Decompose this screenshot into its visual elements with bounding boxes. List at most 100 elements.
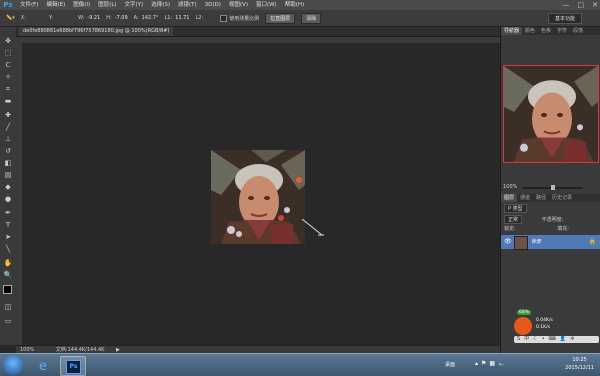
navigator-slider-knob[interactable] bbox=[551, 185, 555, 190]
hand-tool-icon[interactable]: ✋ bbox=[3, 259, 13, 268]
menu-select[interactable]: 选择(S) bbox=[147, 0, 174, 10]
h-label: H: bbox=[106, 15, 112, 21]
lock-label: 锁定: bbox=[504, 226, 516, 232]
lock-icon: 🔒 bbox=[588, 238, 596, 245]
menu-window[interactable]: 窗口(W) bbox=[252, 0, 281, 10]
tab-channels[interactable]: 通道 bbox=[517, 194, 533, 202]
layer-thumbnail bbox=[514, 236, 528, 250]
document-image[interactable] bbox=[211, 150, 305, 244]
menu-layer[interactable]: 图层(L) bbox=[94, 0, 120, 10]
color-swatches-icon[interactable] bbox=[3, 285, 16, 298]
type-tool-icon[interactable]: T bbox=[3, 221, 13, 230]
tray-flag-icon[interactable]: ⚑ bbox=[481, 360, 486, 367]
tab-history[interactable]: 历史记录 bbox=[549, 194, 575, 202]
menu-image[interactable]: 图像(I) bbox=[69, 0, 94, 10]
brush-tool-icon[interactable]: ╱ bbox=[3, 123, 13, 132]
tab-layers[interactable]: 图层 bbox=[501, 194, 518, 202]
measure-line bbox=[302, 219, 324, 236]
opacity-label: 不透明度: bbox=[541, 217, 564, 223]
system-tray: ▴ ⚑ ▦ 🔈 bbox=[475, 360, 506, 367]
dodge-tool-icon[interactable]: ● bbox=[3, 195, 13, 204]
navigator-zoom[interactable]: 100% bbox=[503, 184, 517, 190]
marquee-tool-icon[interactable]: ⬚ bbox=[3, 49, 13, 58]
measure-scale-label: 使用测量比例 bbox=[229, 15, 260, 22]
tray-arrow-icon[interactable]: ▴ bbox=[475, 360, 478, 367]
healing-brush-icon[interactable]: ✚ bbox=[3, 111, 13, 120]
zoom-tool-icon[interactable]: 🔍 bbox=[3, 271, 13, 280]
menu-filter[interactable]: 滤镜(T) bbox=[174, 0, 201, 10]
ie-taskbar-icon[interactable]: e bbox=[32, 356, 56, 374]
maximize-button[interactable]: □ bbox=[578, 0, 585, 10]
options-bar: 📏▾ X: Y: W: -9.21 H: -7.09 A: 142.7° L1: 11.… bbox=[0, 10, 600, 27]
ime-moon-icon: ☾ bbox=[533, 336, 538, 342]
move-tool-icon[interactable]: ✥ bbox=[3, 37, 13, 46]
canvas-area[interactable] bbox=[22, 43, 498, 345]
navigator-preview[interactable] bbox=[503, 65, 599, 163]
menu-view[interactable]: 视图(V) bbox=[225, 0, 252, 10]
tab-color[interactable]: 颜色 bbox=[522, 27, 538, 35]
navigator-zoom-slider[interactable] bbox=[523, 185, 583, 190]
ime-speed: 0.04K/s bbox=[536, 318, 553, 323]
screen-mode-icon[interactable]: ▭ bbox=[3, 317, 13, 326]
magic-wand-tool-icon[interactable]: ✧ bbox=[3, 73, 13, 82]
eye-icon[interactable]: 👁 bbox=[504, 238, 512, 245]
ruler-tool-icon[interactable]: 📏▾ bbox=[6, 15, 15, 21]
minimize-button[interactable]: — bbox=[563, 0, 570, 10]
tray-volume-icon[interactable]: 🔈 bbox=[498, 360, 505, 367]
tab-swatches[interactable]: 色板 bbox=[538, 27, 554, 35]
ime-settings-icon: ✲ bbox=[570, 336, 575, 342]
layer-row-background[interactable]: 👁 背景 🔒 bbox=[501, 235, 600, 250]
clone-stamp-icon[interactable]: ⊥ bbox=[3, 135, 13, 144]
ime-bar[interactable]: S 中 ☾ • ⌨ 👤 ✲ bbox=[514, 336, 599, 343]
ime-user-icon: 👤 bbox=[559, 336, 567, 342]
ime-dot-icon: • bbox=[541, 336, 545, 342]
ime-s-icon: S bbox=[517, 336, 521, 342]
menu-3d[interactable]: 3D(D) bbox=[201, 0, 225, 10]
start-button[interactable] bbox=[3, 355, 23, 375]
ime-speed-2: 0.1K/s bbox=[536, 325, 550, 330]
blur-tool-icon[interactable]: ◆ bbox=[3, 183, 13, 192]
ruler-tool-icon[interactable]: ▬ bbox=[3, 97, 13, 106]
menu-help[interactable]: 帮助(H) bbox=[281, 0, 308, 10]
l1-label: L1: bbox=[164, 15, 173, 21]
menu-file[interactable]: 文件(F) bbox=[16, 0, 42, 10]
layer-name[interactable]: 背景 bbox=[531, 235, 541, 249]
right-panels: 导航器 颜色 色板 字符 段落 100% 图层 通道 路径 历史记录 P 类型 bbox=[500, 27, 600, 353]
eraser-tool-icon[interactable]: ◧ bbox=[3, 159, 13, 168]
layer-kind-filter[interactable]: P 类型 bbox=[504, 204, 527, 213]
tab-paragraph[interactable]: 段落 bbox=[570, 27, 586, 35]
workspace-select[interactable]: 基本功能 bbox=[547, 13, 582, 24]
tab-character[interactable]: 字符 bbox=[554, 27, 570, 35]
gradient-tool-icon[interactable]: ▤ bbox=[3, 171, 13, 180]
clock[interactable]: 10:25 2015/12/11 bbox=[565, 356, 594, 372]
document-tab[interactable]: de0fe880861e688bf796f757869180.jpg @ 100… bbox=[19, 27, 174, 36]
history-brush-icon[interactable]: ↺ bbox=[3, 147, 13, 156]
portrait-photo bbox=[211, 150, 305, 244]
photoshop-taskbar-icon[interactable]: Ps bbox=[60, 356, 86, 376]
measure-scale-checkbox[interactable] bbox=[220, 14, 228, 22]
path-selection-icon[interactable]: ➤ bbox=[3, 233, 13, 242]
menu-edit[interactable]: 编辑(E) bbox=[42, 0, 69, 10]
menu-type[interactable]: 文字(Y) bbox=[121, 0, 148, 10]
tab-navigator[interactable]: 导航器 bbox=[501, 27, 523, 35]
blend-mode-select[interactable]: 正常 bbox=[504, 215, 523, 224]
close-button[interactable]: ✕ bbox=[592, 0, 598, 10]
pen-tool-icon[interactable]: ✒ bbox=[3, 209, 13, 218]
ime-keyboard-icon: ⌨ bbox=[548, 336, 556, 342]
quick-mask-icon[interactable]: ◫ bbox=[3, 303, 13, 312]
lasso-tool-icon[interactable]: ᑕ bbox=[3, 61, 13, 70]
tray-desktop-label[interactable]: 桌面 bbox=[445, 354, 455, 376]
straighten-layer-button[interactable]: 拉直图层 bbox=[265, 12, 296, 24]
tab-paths[interactable]: 路径 bbox=[533, 194, 549, 202]
crop-tool-icon[interactable]: ⌗ bbox=[3, 85, 13, 94]
sogou-logo-icon[interactable] bbox=[514, 317, 532, 335]
ime-percent: 68% bbox=[517, 310, 532, 315]
navigator-tabs: 导航器 颜色 色板 字符 段落 bbox=[501, 27, 600, 35]
shape-tool-icon[interactable]: ╲ bbox=[3, 245, 13, 254]
photoshop-logo: Ps bbox=[3, 1, 13, 9]
a-label: A: bbox=[133, 15, 139, 21]
w-value: -9.21 bbox=[87, 15, 101, 21]
menu-bar: Ps 文件(F) 编辑(E) 图像(I) 图层(L) 文字(Y) 选择(S) 滤… bbox=[0, 0, 600, 10]
tray-network-icon[interactable]: ▦ bbox=[489, 360, 495, 367]
clear-button[interactable]: 清除 bbox=[301, 12, 322, 24]
